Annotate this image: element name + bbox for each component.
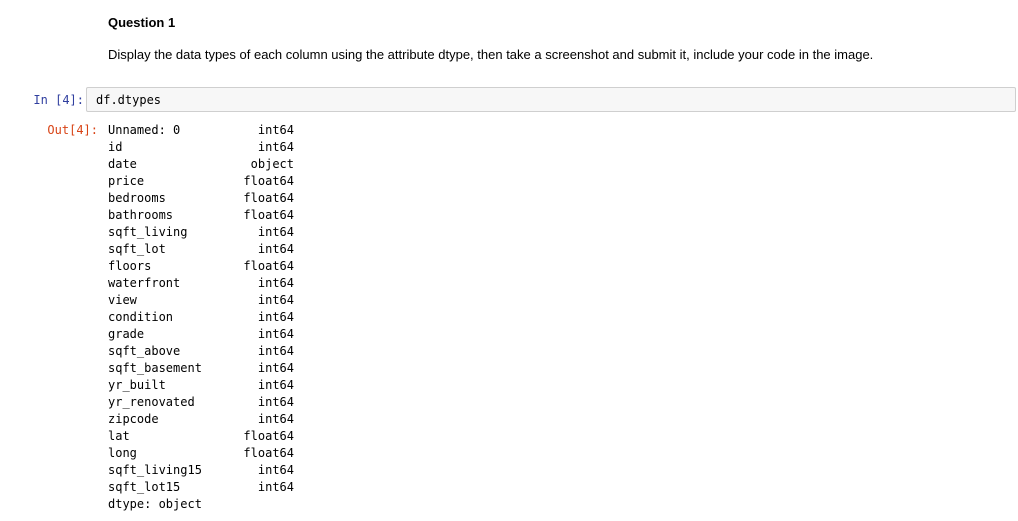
dtype-row: yr_built int64: [108, 377, 308, 394]
question-heading: Question 1: [108, 15, 176, 30]
column-name: floors: [108, 259, 152, 273]
column-dtype: int64: [257, 480, 294, 494]
dtype-row: sqft_basement int64: [108, 360, 308, 377]
dtype-list: Unnamed: 0 int64 id int64 date object price flo…: [108, 122, 308, 496]
column-dtype: int64: [257, 123, 294, 137]
column-name: Unnamed: 0: [108, 123, 181, 137]
column-name: grade: [108, 327, 145, 341]
column-name: long: [108, 446, 137, 460]
dtype-row: price float64: [108, 173, 308, 190]
column-dtype: int64: [257, 242, 294, 256]
column-name: zipcode: [108, 412, 159, 426]
column-name: sqft_above: [108, 344, 181, 358]
question-instruction: Display the data types of each column us…: [108, 47, 874, 62]
dtype-row: date object: [108, 156, 308, 173]
output-prompt: Out[4]:: [47, 123, 98, 137]
column-name: bedrooms: [108, 191, 166, 205]
column-name: waterfront: [108, 276, 181, 290]
column-name: date: [108, 157, 137, 171]
column-name: sqft_lot: [108, 242, 166, 256]
column-name: sqft_basement: [108, 361, 202, 375]
column-dtype: int64: [257, 463, 294, 477]
dtype-row: yr_renovated int64: [108, 394, 308, 411]
code-cell[interactable]: In [4]: df.dtypes: [0, 87, 1018, 113]
dtype-row: sqft_lot15 int64: [108, 479, 308, 496]
code-input-text[interactable]: df.dtypes: [96, 92, 161, 108]
column-dtype: object: [250, 157, 294, 171]
column-dtype: int64: [257, 327, 294, 341]
column-dtype: float64: [243, 446, 294, 460]
column-name: price: [108, 174, 145, 188]
dtype-row: grade int64: [108, 326, 308, 343]
column-dtype: int64: [257, 140, 294, 154]
column-name: view: [108, 293, 137, 307]
column-dtype: int64: [257, 395, 294, 409]
column-name: sqft_living: [108, 225, 188, 239]
dtype-row: id int64: [108, 139, 308, 156]
column-dtype: int64: [257, 225, 294, 239]
column-dtype: int64: [257, 412, 294, 426]
input-prompt: In [4]:: [33, 93, 84, 107]
dtype-row: view int64: [108, 292, 308, 309]
dtype-footer: dtype: object: [108, 497, 202, 511]
dtype-row: Unnamed: 0 int64: [108, 122, 308, 139]
code-input-area[interactable]: df.dtypes: [86, 87, 1016, 112]
dtype-row: lat float64: [108, 428, 308, 445]
column-dtype: int64: [257, 310, 294, 324]
dtype-row: zipcode int64: [108, 411, 308, 428]
column-name: lat: [108, 429, 130, 443]
dtype-row: floors float64: [108, 258, 308, 275]
column-dtype: int64: [257, 361, 294, 375]
dtype-row: long float64: [108, 445, 308, 462]
dtype-row: sqft_above int64: [108, 343, 308, 360]
dtype-row: waterfront int64: [108, 275, 308, 292]
column-name: yr_built: [108, 378, 166, 392]
dtype-row: sqft_lot int64: [108, 241, 308, 258]
column-name: sqft_lot15: [108, 480, 181, 494]
column-dtype: int64: [257, 293, 294, 307]
column-name: bathrooms: [108, 208, 174, 222]
column-dtype: float64: [243, 259, 294, 273]
dtype-row: bathrooms float64: [108, 207, 308, 224]
column-name: sqft_living15: [108, 463, 202, 477]
output-area: Unnamed: 0 int64 id int64 date object price flo…: [108, 122, 308, 513]
dtype-row: sqft_living int64: [108, 224, 308, 241]
markdown-cell[interactable]: Question 1 Display the data types of eac…: [108, 14, 1008, 64]
column-dtype: float64: [243, 208, 294, 222]
dtype-row: bedrooms float64: [108, 190, 308, 207]
dtype-row: condition int64: [108, 309, 308, 326]
column-dtype: int64: [257, 378, 294, 392]
column-dtype: int64: [257, 344, 294, 358]
column-dtype: int64: [257, 276, 294, 290]
column-name: yr_renovated: [108, 395, 195, 409]
column-dtype: float64: [243, 429, 294, 443]
column-dtype: float64: [243, 191, 294, 205]
dtype-row: sqft_living15 int64: [108, 462, 308, 479]
column-name: condition: [108, 310, 174, 324]
column-name: id: [108, 140, 123, 154]
column-dtype: float64: [243, 174, 294, 188]
